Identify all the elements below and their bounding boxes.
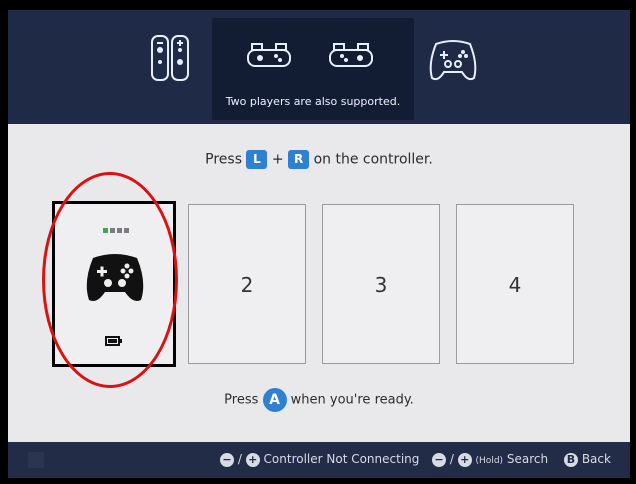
r-button-glyph: R [288, 150, 310, 169]
joycon-pair-icon [151, 35, 189, 81]
controller-not-connecting-hint[interactable]: − / + Controller Not Connecting [220, 452, 419, 467]
slash-glyph: / [449, 452, 454, 466]
red-highlight-circle [42, 172, 178, 388]
controller-not-connecting-label: Controller Not Connecting [263, 452, 420, 466]
plus-button-glyph: + [457, 452, 472, 467]
sideways-joycon-right-icon [329, 43, 373, 67]
plus-button-glyph: + [245, 452, 260, 467]
press-lr-prefix: Press [205, 151, 243, 168]
press-lr-suffix: on the controller. [313, 151, 433, 168]
l-button-glyph: L [246, 150, 268, 169]
home-icon [28, 452, 44, 468]
minus-button-glyph: − [432, 452, 446, 467]
a-button-glyph: A [262, 388, 287, 412]
controller-options-header: Two players are also supported. [8, 10, 630, 124]
b-button-glyph: B [564, 452, 578, 467]
press-lr-instruction: Press L + R on the controller. [8, 150, 630, 169]
pro-controller-icon [429, 40, 477, 81]
back-hint[interactable]: B Back [564, 452, 611, 467]
minus-button-glyph: − [220, 452, 234, 467]
hold-label: (Hold) [475, 456, 504, 466]
search-label: Search [506, 452, 549, 466]
player-slot-3-number: 3 [374, 273, 388, 297]
player-slot-2[interactable]: 2 [188, 204, 306, 364]
press-a-suffix: when you're ready. [290, 392, 414, 408]
search-hint[interactable]: − / + (Hold) Search [432, 452, 548, 467]
player-slot-2-number: 2 [240, 273, 254, 297]
player-slot-3[interactable]: 3 [322, 204, 440, 364]
player-slot-4[interactable]: 4 [456, 204, 574, 364]
press-a-prefix: Press [224, 392, 259, 408]
button-guide-bar: − / + Controller Not Connecting − / + (H… [8, 442, 630, 478]
two-players-tip: Two players are also supported. [212, 18, 414, 120]
slash-glyph: / [237, 452, 242, 466]
two-players-tip-text: Two players are also supported. [225, 95, 401, 108]
press-a-instruction: Press A when you're ready. [8, 388, 630, 412]
plus-glyph: + [271, 151, 284, 168]
player-slot-4-number: 4 [508, 273, 522, 297]
back-label: Back [581, 452, 611, 466]
sideways-joycon-left-icon [247, 43, 291, 67]
